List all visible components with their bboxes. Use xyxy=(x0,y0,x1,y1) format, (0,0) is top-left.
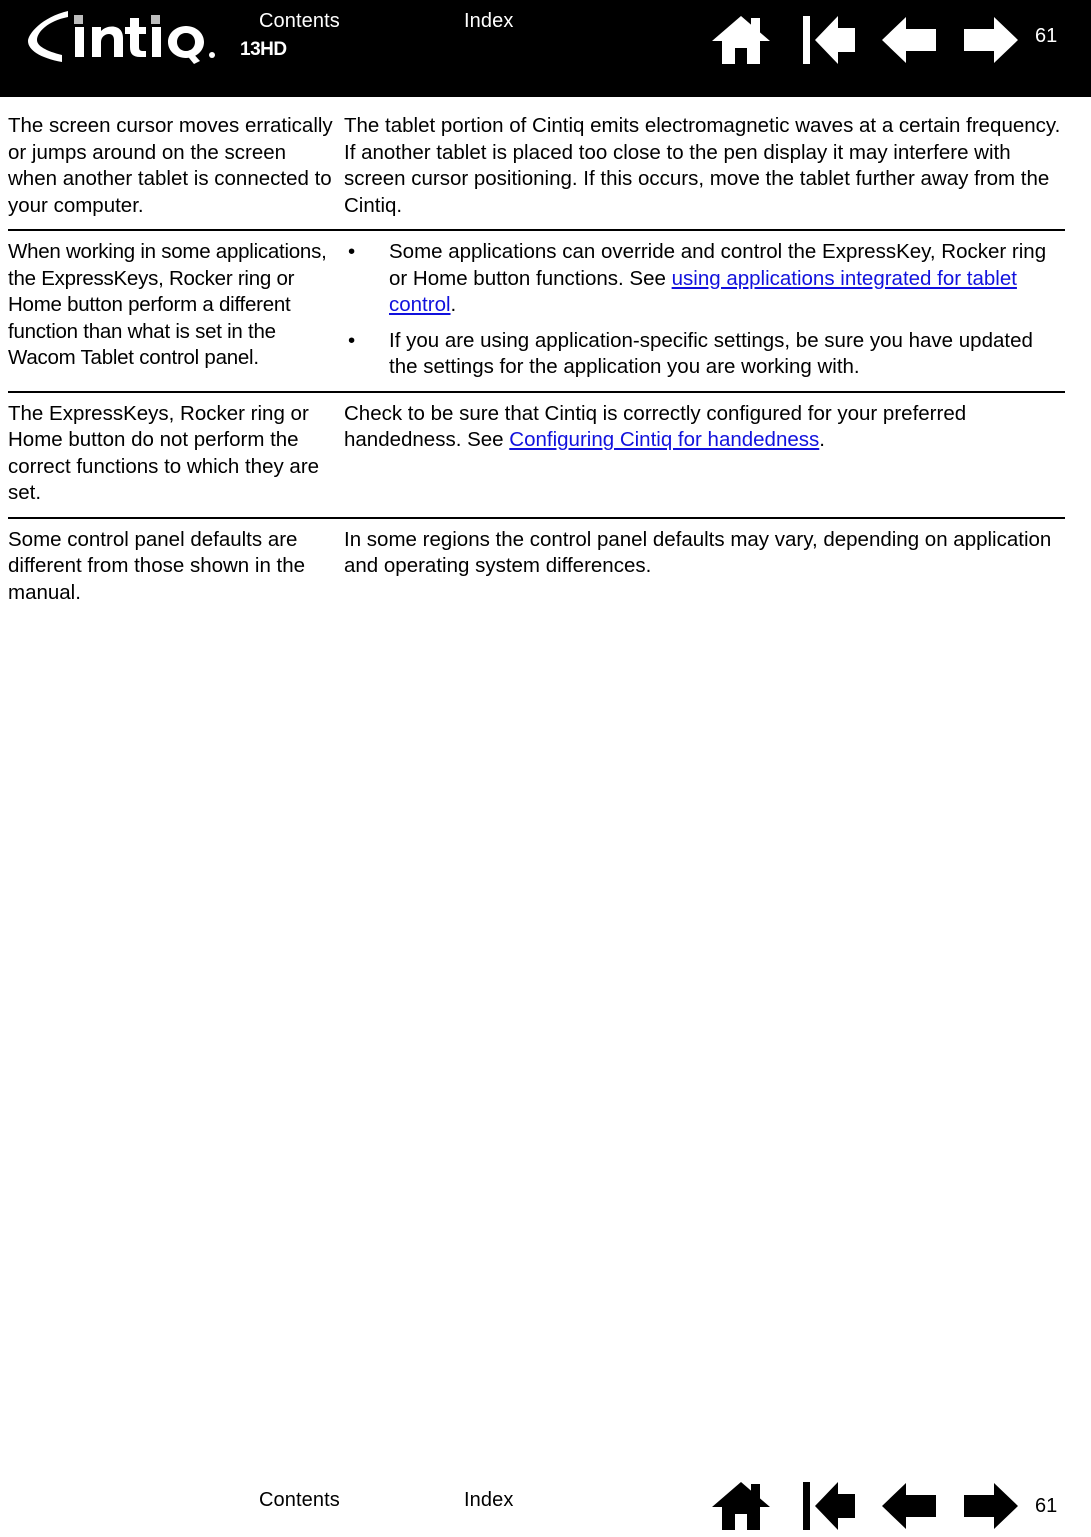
solution-text: In some regions the control panel defaul… xyxy=(344,527,1052,578)
home-icon xyxy=(712,16,770,64)
home-icon xyxy=(712,1482,770,1530)
footer-first-page-icon[interactable] xyxy=(801,1480,857,1537)
header-page-number: 61 xyxy=(1035,25,1058,47)
list-item: • If you are using application-specific … xyxy=(344,328,1065,381)
bullet-text-after: . xyxy=(450,293,457,316)
logo-model-label: 13HD xyxy=(240,39,287,60)
solution-text-after: . xyxy=(819,428,825,451)
symptom-text: The screen cursor moves erratically or j… xyxy=(8,114,333,217)
first-page-icon xyxy=(803,16,855,64)
cintiq-wordmark-icon xyxy=(28,11,215,64)
footer-index-link[interactable]: Index xyxy=(464,1490,513,1510)
table-cell-solution: In some regions the control panel defaul… xyxy=(344,527,1065,580)
table-row: Some control panel defaults are differen… xyxy=(8,519,1065,617)
link-configuring-cintiq-for-handedness[interactable]: Configuring Cintiq for handedness xyxy=(509,428,819,451)
symptom-text: When working in some applications, the E… xyxy=(8,240,327,369)
table-cell-solution: The tablet portion of Cintiq emits elect… xyxy=(344,113,1065,219)
header-next-page-icon[interactable] xyxy=(962,16,1020,69)
footer-previous-page-icon[interactable] xyxy=(880,1482,938,1535)
bullet-icon: • xyxy=(348,240,356,263)
previous-page-icon xyxy=(882,1483,936,1529)
previous-page-icon xyxy=(882,17,936,63)
footer-home-icon[interactable] xyxy=(711,1480,771,1537)
table-cell-solution: Check to be sure that Cintiq is correctl… xyxy=(344,401,1065,454)
header-home-icon[interactable] xyxy=(711,14,771,71)
footer-next-page-icon[interactable] xyxy=(962,1482,1020,1535)
header-first-page-icon[interactable] xyxy=(801,14,857,71)
solution-bullet-list: • Some applications can override and con… xyxy=(344,239,1065,381)
page-footer: Contents Index 61 xyxy=(0,1468,1091,1530)
header-previous-page-icon[interactable] xyxy=(880,16,938,69)
table-row: The ExpressKeys, Rocker ring or Home but… xyxy=(8,393,1065,519)
bullet-icon: • xyxy=(348,328,356,352)
first-page-icon xyxy=(803,1482,855,1530)
footer-page-number: 61 xyxy=(1035,1495,1058,1517)
solution-text: The tablet portion of Cintiq emits elect… xyxy=(344,114,1061,217)
cintiq-logo: 13HD xyxy=(22,8,287,64)
header-index-link[interactable]: Index xyxy=(464,11,513,31)
table-row: When working in some applications, the E… xyxy=(8,231,1065,393)
symptom-text: The ExpressKeys, Rocker ring or Home but… xyxy=(8,401,320,505)
page-header: 13HD Contents Index 61 xyxy=(0,0,1091,97)
header-contents-link[interactable]: Contents xyxy=(259,11,340,31)
bullet-text-before: If you are using application-specific se… xyxy=(389,328,1033,379)
table-cell-symptom: The screen cursor moves erratically or j… xyxy=(8,113,344,219)
footer-contents-link[interactable]: Contents xyxy=(259,1490,340,1510)
troubleshooting-table: The screen cursor moves erratically or j… xyxy=(8,105,1065,616)
solution-text: Check to be sure that Cintiq is correctl… xyxy=(344,401,1065,454)
table-row: The screen cursor moves erratically or j… xyxy=(8,105,1065,231)
next-page-icon xyxy=(964,17,1018,63)
next-page-icon xyxy=(964,1483,1018,1529)
table-cell-symptom: Some control panel defaults are differen… xyxy=(8,527,344,607)
table-cell-symptom: The ExpressKeys, Rocker ring or Home but… xyxy=(8,401,344,507)
list-item: • Some applications can override and con… xyxy=(344,239,1065,319)
symptom-text: Some control panel defaults are differen… xyxy=(8,527,306,604)
table-cell-solution: • Some applications can override and con… xyxy=(344,239,1065,381)
table-cell-symptom: When working in some applications, the E… xyxy=(8,239,344,372)
